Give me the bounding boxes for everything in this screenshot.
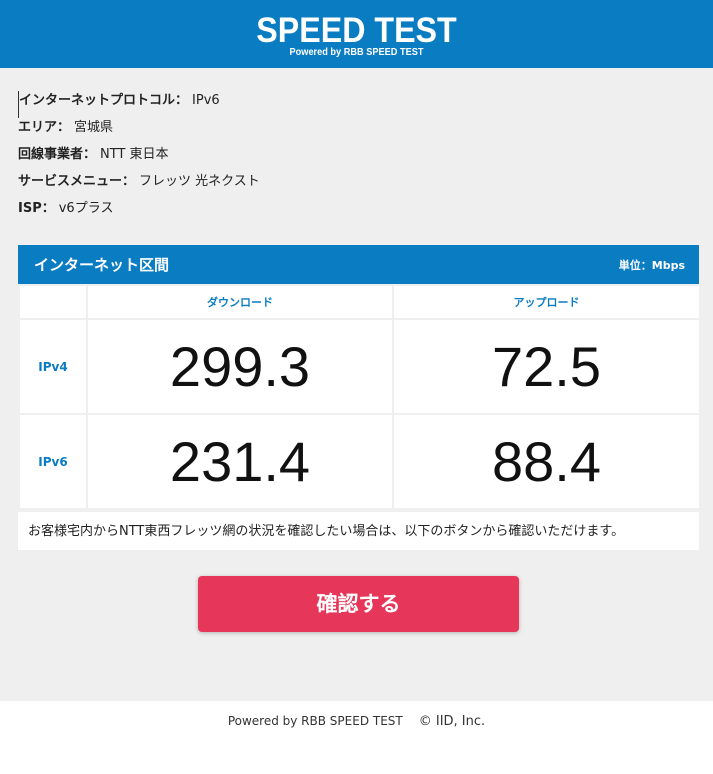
ipv4-download-value: 299.3 [86, 318, 394, 415]
unit-label: 単位：Mbps [618, 258, 685, 272]
info-value: フレッツ 光ネクスト [139, 174, 260, 189]
row-label-ipv4: IPv4 [18, 318, 88, 415]
ipv4-upload-value: 72.5 [392, 318, 701, 415]
ipv6-upload-value: 88.4 [392, 413, 701, 510]
speed-result-panel: インターネット区間 単位：Mbps ダウンロード アップロード IPv4 299… [18, 245, 701, 550]
ntt-check-note: お客様宅内からNTT東西フレッツ網の状況を確認したい場合は、以下のボタンから確認… [18, 510, 699, 550]
table-row-ipv4: IPv4 299.3 72.5 [18, 318, 701, 415]
info-value: 宮城県 [74, 120, 114, 135]
info-value: NTT 東日本 [100, 147, 169, 162]
column-header-download: ダウンロード [86, 284, 394, 320]
info-key: サービスメニュー： [18, 174, 136, 189]
footer-powered-by: Powered by RBB SPEED TEST [227, 714, 403, 728]
app-subtitle: Powered by RBB SPEED TEST [289, 47, 424, 58]
row-label-ipv6: IPv6 [18, 413, 88, 510]
info-key: ISP： [18, 201, 55, 216]
panel-title: インターネット区間 [34, 256, 170, 274]
app-title: SPEED TEST [256, 11, 457, 50]
info-row-service: サービスメニュー： フレッツ 光ネクスト [18, 172, 678, 199]
column-header-empty [18, 284, 88, 320]
footer-copyright: © IID, Inc. [418, 714, 486, 729]
table-row-ipv6: IPv6 231.4 88.4 [18, 413, 701, 510]
speed-table: ダウンロード アップロード IPv4 299.3 72.5 IPv6 231.4… [18, 284, 701, 510]
info-key: 回線事業者： [18, 147, 97, 162]
info-row-area: エリア： 宮城県 [18, 118, 678, 145]
info-value: v6プラス [58, 201, 114, 216]
info-key: エリア： [18, 120, 71, 135]
connection-info: インターネットプロトコル： IPv6 エリア： 宮城県 回線事業者： NTT 東日本 … [18, 91, 678, 226]
ipv6-download-value: 231.4 [86, 413, 394, 510]
info-key: インターネットプロトコル： [19, 93, 189, 108]
info-row-isp: ISP： v6プラス [18, 199, 678, 226]
table-header-row: ダウンロード アップロード [18, 284, 701, 320]
info-row-protocol: インターネットプロトコル： IPv6 [18, 91, 678, 118]
footer: Powered by RBB SPEED TEST © IID, Inc. [0, 701, 713, 774]
column-header-upload: アップロード [392, 284, 701, 320]
info-row-carrier: 回線事業者： NTT 東日本 [18, 145, 678, 172]
app-header: SPEED TEST Powered by RBB SPEED TEST [0, 0, 713, 68]
confirm-button[interactable]: 確認する [198, 576, 519, 632]
panel-header: インターネット区間 単位：Mbps [18, 245, 699, 284]
info-value: IPv6 [192, 93, 220, 108]
